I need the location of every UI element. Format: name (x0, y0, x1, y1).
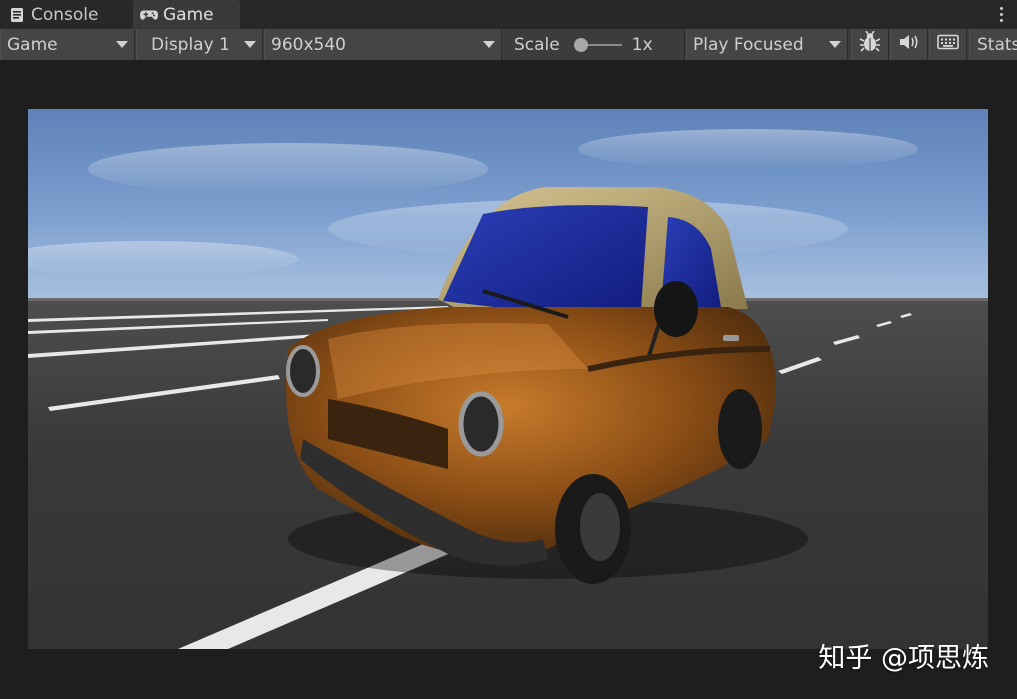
bug-icon (859, 30, 881, 58)
scale-slider-handle[interactable] (573, 37, 588, 52)
game-window: Console Game Game Display 1 960x540 Scal… (0, 0, 1017, 699)
stats-label: Stats (977, 34, 1017, 55)
game-viewport[interactable] (28, 109, 988, 649)
audio-icon (899, 34, 919, 55)
view-mode-value: Game (7, 34, 58, 55)
play-mode-value: Play Focused (693, 34, 804, 55)
display-value: Display 1 (151, 34, 230, 55)
tab-game-label: Game (163, 4, 214, 25)
chevron-down-icon (116, 41, 128, 48)
mute-audio-toggle[interactable] (890, 29, 928, 60)
more-options-icon[interactable] (997, 5, 1005, 23)
play-mode-dropdown[interactable]: Play Focused (686, 29, 848, 60)
scale-value: 1x (631, 34, 653, 55)
resolution-value: 960x540 (271, 34, 346, 55)
shortcuts-toggle[interactable] (929, 29, 967, 60)
tab-bar: Console Game (0, 0, 1017, 30)
resolution-dropdown[interactable]: 960x540 (264, 29, 502, 60)
scale-control: Scale 1x (503, 29, 685, 60)
chevron-down-icon (483, 41, 495, 48)
chevron-down-icon (244, 41, 256, 48)
view-mode-dropdown[interactable]: Game (0, 29, 135, 60)
watermark: 知乎 @项思炼 (818, 643, 989, 674)
scene-render (28, 129, 988, 649)
debug-toggle[interactable] (851, 29, 889, 60)
console-icon (8, 6, 26, 24)
stats-button[interactable]: Stats (969, 29, 1017, 60)
scale-slider[interactable] (573, 36, 622, 54)
game-toolbar: Game Display 1 960x540 Scale 1x Play Foc… (0, 29, 1017, 61)
keyboard-icon (937, 34, 959, 55)
tab-game[interactable]: Game (133, 0, 240, 29)
gamepad-icon (140, 6, 158, 24)
chevron-down-icon (829, 41, 841, 48)
tab-console-label: Console (31, 4, 99, 25)
tab-console[interactable]: Console (8, 0, 130, 29)
scale-label: Scale (514, 34, 560, 55)
display-dropdown[interactable]: Display 1 (136, 29, 263, 60)
